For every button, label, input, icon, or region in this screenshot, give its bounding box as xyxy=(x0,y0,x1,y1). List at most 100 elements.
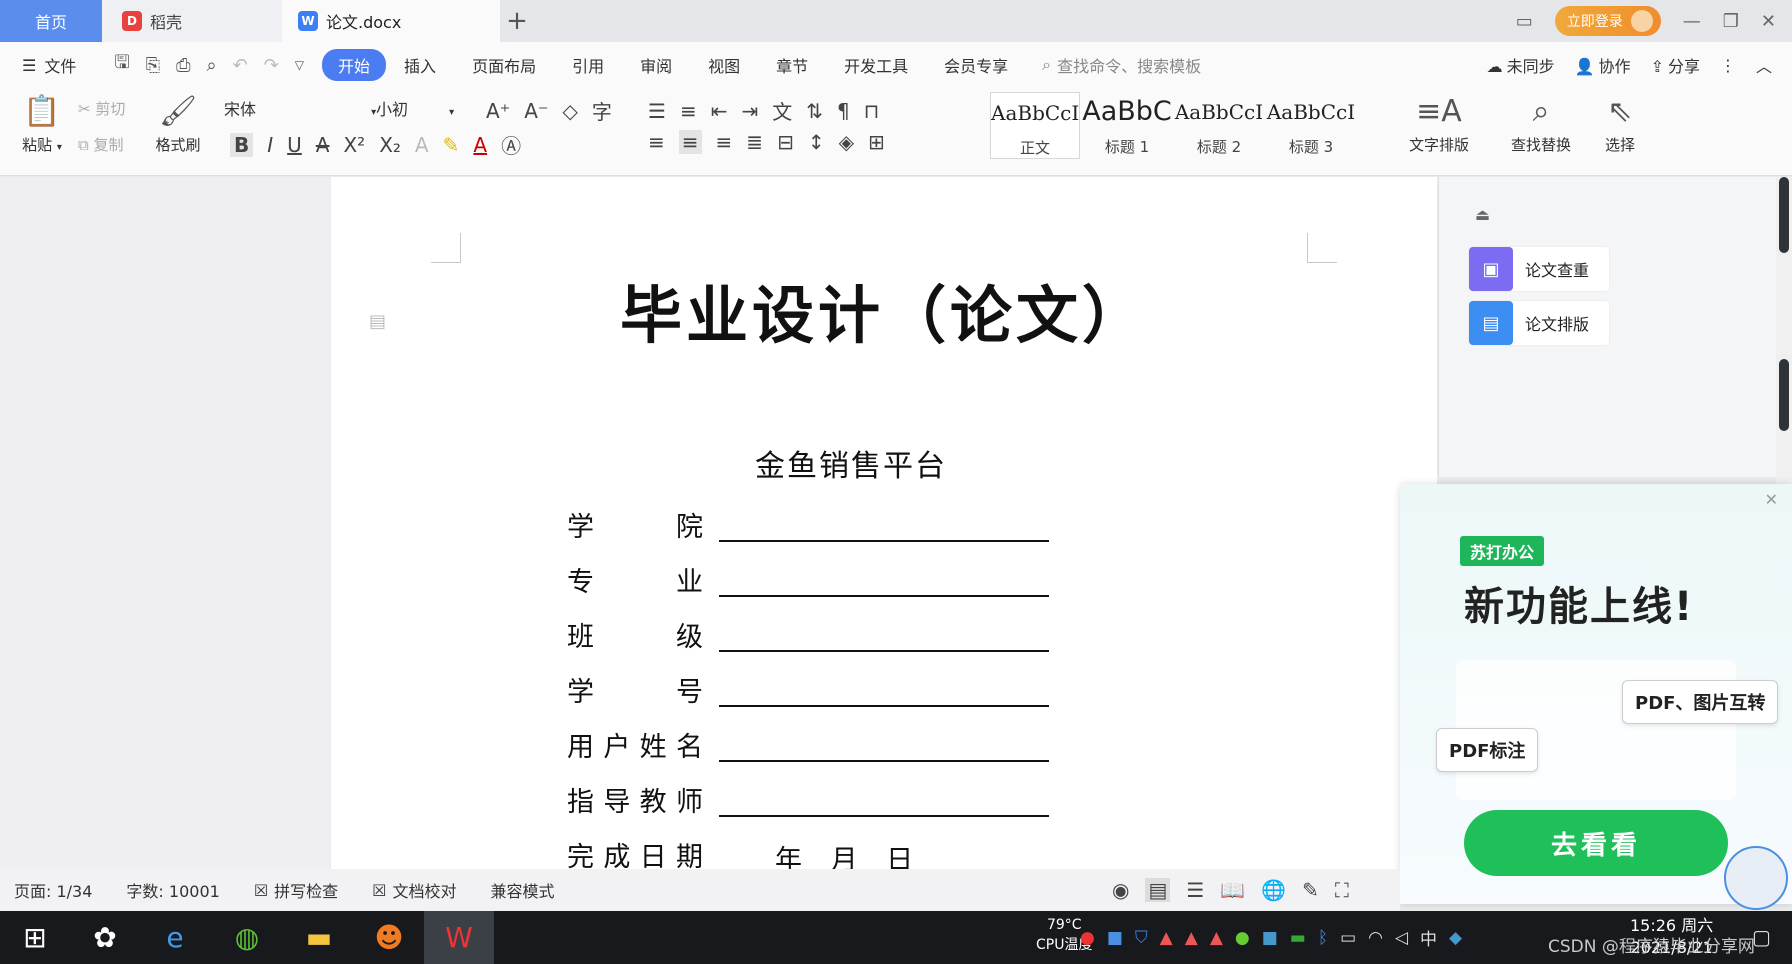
sync-button[interactable]: ☁ 未同步 xyxy=(1487,53,1555,77)
tray-app-icon[interactable]: ■ xyxy=(1262,928,1278,948)
close-icon[interactable]: ✕ xyxy=(1761,11,1776,32)
ie-browser-icon[interactable]: e xyxy=(140,911,210,964)
form-blank[interactable] xyxy=(719,618,1049,652)
tab-review[interactable]: 审阅 xyxy=(622,49,690,81)
style-heading-3[interactable]: AaBbCcI 标题 3 xyxy=(1266,92,1356,159)
print-icon[interactable]: ⎙ xyxy=(176,55,190,76)
tray-app-icon[interactable]: ● xyxy=(1080,928,1095,948)
cut-button[interactable]: ✂ 剪切 xyxy=(78,98,125,119)
decrease-indent-icon[interactable]: ⇤ xyxy=(711,99,728,123)
file-menu-button[interactable]: ☰ 文件 xyxy=(22,53,76,77)
undo-icon[interactable]: ↶ xyxy=(233,55,248,76)
form-blank[interactable] xyxy=(719,563,1049,597)
phonetic-icon[interactable]: 字 xyxy=(592,96,612,125)
tab-insert[interactable]: 插入 xyxy=(386,49,454,81)
form-blank[interactable] xyxy=(719,728,1049,762)
align-right-icon[interactable]: ≡ xyxy=(716,130,733,154)
scrollbar-thumb[interactable] xyxy=(1779,359,1789,431)
tab-page-layout[interactable]: 页面布局 xyxy=(454,49,554,81)
tab-member[interactable]: 会员专享 xyxy=(926,49,1026,81)
restore-icon[interactable]: ❐ xyxy=(1723,11,1739,32)
tray-app-icon[interactable]: ◆ xyxy=(1449,928,1462,948)
tray-app-icon[interactable]: ▲ xyxy=(1185,928,1198,948)
collapse-ribbon-icon[interactable]: ︿ xyxy=(1756,53,1772,77)
tray-app-icon[interactable]: ▲ xyxy=(1160,928,1173,948)
page-count[interactable]: 页面: 1/34 xyxy=(14,878,92,902)
tray-app-icon[interactable]: ■ xyxy=(1107,928,1123,948)
font-size-select[interactable]: 小初 ▾ xyxy=(376,96,454,120)
tray-app-icon[interactable]: ● xyxy=(1235,928,1250,948)
style-heading-2[interactable]: AaBbCcI 标题 2 xyxy=(1174,92,1264,159)
distribute-icon[interactable]: ⊟ xyxy=(777,130,794,154)
grow-font-icon[interactable]: A⁺ xyxy=(486,99,510,123)
justify-icon[interactable]: ≣ xyxy=(746,130,763,154)
assistant-bubble-icon[interactable] xyxy=(1724,846,1788,910)
form-blank[interactable] xyxy=(719,508,1049,542)
page-view-icon[interactable]: ▤ xyxy=(1145,878,1171,902)
export-icon[interactable]: ⎘ xyxy=(146,55,160,76)
shrink-font-icon[interactable]: A⁻ xyxy=(524,99,548,123)
command-search[interactable]: ⌕ 查找命令、搜索模板 xyxy=(1042,53,1201,77)
align-left-icon[interactable]: ≡ xyxy=(648,130,665,154)
layout-toggle-icon[interactable]: ▭ xyxy=(1516,11,1533,32)
scrollbar-thumb[interactable] xyxy=(1779,177,1789,253)
chinese-layout-icon[interactable]: 文 xyxy=(772,96,792,125)
promo-cta-button[interactable]: 去看看 xyxy=(1464,810,1728,876)
tab-home[interactable]: 首页 xyxy=(0,0,102,42)
char-border-icon[interactable]: Ⓐ xyxy=(501,130,521,159)
style-heading-1[interactable]: AaBbC 标题 1 xyxy=(1082,92,1172,159)
game-app-icon[interactable]: ☻ xyxy=(354,911,424,964)
sort-icon[interactable]: ⇅ xyxy=(806,99,823,123)
tab-developer[interactable]: 开发工具 xyxy=(826,49,926,81)
collapse-pane-icon[interactable]: ⏏ xyxy=(1475,205,1490,224)
form-blank[interactable] xyxy=(719,783,1049,817)
form-blank[interactable] xyxy=(719,673,1049,707)
paper-format-button[interactable]: ▤ 论文排版 xyxy=(1469,301,1609,345)
volume-icon[interactable]: ◁ xyxy=(1395,928,1408,948)
copy-button[interactable]: ⧉ 复制 xyxy=(78,134,124,155)
read-view-icon[interactable]: 📖 xyxy=(1220,878,1245,902)
bold-icon[interactable]: B xyxy=(230,132,254,157)
borders-icon[interactable]: ⊞ xyxy=(868,130,885,154)
word-count[interactable]: 字数: 10001 xyxy=(126,878,219,902)
collaborate-button[interactable]: 👤 协作 xyxy=(1575,53,1631,77)
fullscreen-icon[interactable]: ⛶ xyxy=(1335,878,1349,902)
numbered-list-icon[interactable]: ≡ xyxy=(680,99,697,123)
increase-indent-icon[interactable]: ⇥ xyxy=(741,99,758,123)
tray-app-icon[interactable]: ▲ xyxy=(1210,928,1223,948)
form-blank[interactable]: 年 月 日 xyxy=(719,838,989,876)
font-color-icon[interactable]: A xyxy=(473,133,487,157)
wps-writer-icon[interactable]: W xyxy=(424,911,494,964)
document-page[interactable]: ▤ 毕业设计（论文） 金鱼销售平台 学院 专业 班级 学号 用户姓名 指导教师 … xyxy=(331,177,1437,876)
select-button[interactable]: ⇖ 选择 xyxy=(1592,92,1648,155)
minimize-icon[interactable]: — xyxy=(1683,11,1701,32)
print-preview-icon[interactable]: ⌕ xyxy=(207,55,217,76)
style-normal[interactable]: AaBbCcI 正文 xyxy=(990,92,1080,159)
tray-app-icon[interactable]: ▬ xyxy=(1290,928,1306,948)
format-painter-button[interactable]: 🖌 格式刷 xyxy=(150,92,206,155)
align-center-icon[interactable]: ≡ xyxy=(678,130,702,154)
show-marks-icon[interactable]: ¶ xyxy=(837,99,850,123)
tab-references[interactable]: 引用 xyxy=(554,49,622,81)
shading-icon[interactable]: ◈ xyxy=(839,130,854,154)
proofread-button[interactable]: ☒ 文档校对 xyxy=(372,878,456,902)
file-explorer-icon[interactable]: ▬ xyxy=(284,911,354,964)
redo-icon[interactable]: ↷ xyxy=(264,55,279,76)
line-spacing-icon[interactable]: ↕ xyxy=(808,130,825,154)
tab-stop-icon[interactable]: ⊓ xyxy=(864,99,880,123)
italic-icon[interactable]: I xyxy=(267,133,273,157)
save-icon[interactable]: 🖫 xyxy=(114,50,129,80)
tab-start[interactable]: 开始 xyxy=(322,49,387,81)
input-method-icon[interactable]: 中 xyxy=(1420,925,1437,950)
new-tab-button[interactable]: + xyxy=(504,0,530,42)
text-effect-icon[interactable]: A xyxy=(415,133,429,157)
bullet-list-icon[interactable]: ☰ xyxy=(648,99,666,123)
close-icon[interactable]: ✕ xyxy=(1765,490,1778,509)
paper-check-button[interactable]: ▣ 论文查重 xyxy=(1469,247,1609,291)
tab-daoke[interactable]: D 稻壳 xyxy=(102,0,282,42)
more-icon[interactable]: ⋮ xyxy=(1720,56,1736,75)
text-layout-button[interactable]: ≡A 文字排版 xyxy=(1394,92,1484,155)
find-replace-button[interactable]: ⌕ 查找替换 xyxy=(1496,92,1586,155)
tab-document[interactable]: W 论文.docx xyxy=(282,0,500,42)
highlight-icon[interactable]: ✎ xyxy=(443,133,460,157)
